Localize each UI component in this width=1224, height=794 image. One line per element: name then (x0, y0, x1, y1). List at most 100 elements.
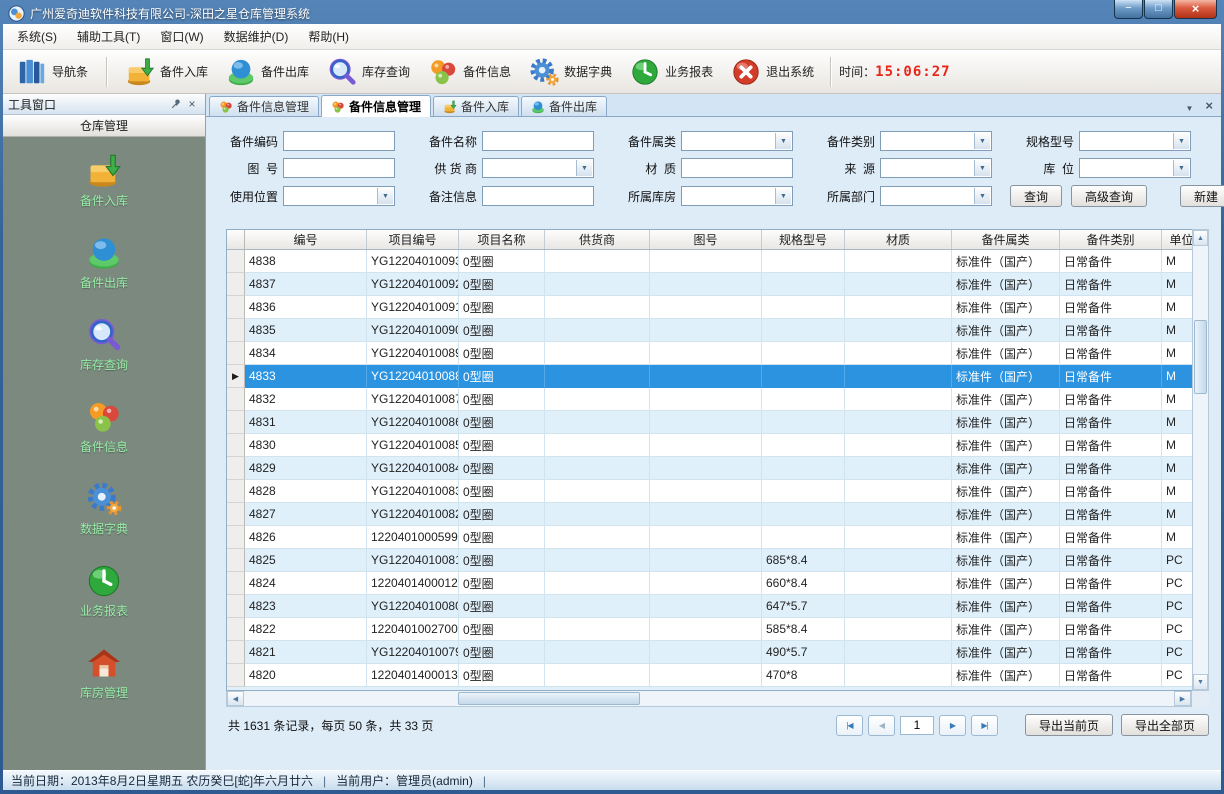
toolbar-parts-info-button[interactable]: 备件信息 (420, 53, 519, 91)
tab-list-dropdown-icon[interactable]: ▼ (1185, 99, 1193, 116)
column-header[interactable]: 单位 (1162, 230, 1192, 249)
tab-close-icon[interactable]: × (1205, 99, 1213, 116)
menu-item[interactable]: 辅助工具(T) (67, 24, 150, 49)
chevron-down-icon[interactable] (775, 133, 791, 149)
table-row[interactable]: 4833YG122040100880型圈标准件（国产）日常备件M (227, 365, 1192, 388)
field-input[interactable] (284, 132, 394, 150)
chevron-down-icon[interactable] (1173, 133, 1189, 149)
minimize-icon[interactable] (1114, 0, 1143, 19)
field-select[interactable] (1079, 158, 1191, 178)
horizontal-scrollbar[interactable] (226, 691, 1192, 707)
table-row[interactable]: 4821YG122040100790型圈490*5.7标准件（国产）日常备件PC (227, 641, 1192, 664)
sidebar-item-warehouse[interactable]: 库房管理 (80, 645, 128, 701)
column-header[interactable]: 备件类别 (1060, 230, 1162, 249)
vertical-scrollbar[interactable] (1192, 229, 1209, 691)
query-button[interactable]: 查询 (1010, 185, 1062, 207)
table-row[interactable]: 4837YG122040100920型圈标准件（国产）日常备件M (227, 273, 1192, 296)
column-header[interactable]: 备件属类 (952, 230, 1060, 249)
menu-item[interactable]: 窗口(W) (150, 24, 213, 49)
table-row[interactable]: 4832YG122040100870型圈标准件（国产）日常备件M (227, 388, 1192, 411)
export-current-page-button[interactable]: 导出当前页 (1025, 714, 1113, 736)
field-select[interactable] (482, 158, 594, 178)
table-row[interactable]: 4835YG122040100900型圈标准件（国产）日常备件M (227, 319, 1192, 342)
close-icon[interactable] (1174, 0, 1217, 19)
column-header[interactable]: 编号 (245, 230, 367, 249)
tab-2[interactable]: 备件入库 (433, 96, 519, 116)
table-row[interactable]: 4827YG122040100820型圈标准件（国产）日常备件M (227, 503, 1192, 526)
close-icon[interactable]: × (184, 96, 200, 112)
toolbar-exit-button[interactable]: 退出系统 (723, 53, 822, 91)
column-header[interactable]: 规格型号 (762, 230, 845, 249)
sidebar-item-report[interactable]: 业务报表 (80, 563, 128, 619)
table-row[interactable]: 4830YG122040100850型圈标准件（国产）日常备件M (227, 434, 1192, 457)
column-header[interactable]: 图号 (650, 230, 762, 249)
scroll-right-icon[interactable] (1174, 691, 1191, 706)
table-row[interactable]: 4838YG122040100930型圈标准件（国产）日常备件M (227, 250, 1192, 273)
field-select[interactable] (880, 131, 992, 151)
advanced-query-button[interactable]: 高级查询 (1071, 185, 1147, 207)
table-row[interactable]: 482012204014000130型圈470*8标准件（国产）日常备件PC (227, 664, 1192, 687)
new-button[interactable]: 新建 (1180, 185, 1224, 207)
toolbar-parts-out-button[interactable]: 备件出库 (218, 53, 317, 91)
chevron-down-icon[interactable] (974, 133, 990, 149)
horizontal-scroll-track[interactable] (244, 691, 1174, 706)
toolbar-report-button[interactable]: 业务报表 (622, 53, 721, 91)
sidebar-item-stock-query[interactable]: 库存查询 (80, 317, 128, 373)
vertical-scroll-thumb[interactable] (1194, 320, 1207, 394)
first-page-button[interactable]: |◀ (836, 715, 863, 736)
field-input[interactable] (483, 132, 593, 150)
chevron-down-icon[interactable] (1173, 160, 1189, 176)
field-select[interactable] (681, 186, 793, 206)
maximize-icon[interactable] (1144, 0, 1173, 19)
table-row[interactable]: 4831YG122040100860型圈标准件（国产）日常备件M (227, 411, 1192, 434)
field-input[interactable] (483, 187, 593, 205)
column-header[interactable]: 材质 (845, 230, 952, 249)
column-header[interactable]: 项目名称 (459, 230, 545, 249)
toolbar-data-dict-button[interactable]: 数据字典 (521, 53, 620, 91)
page-number-input[interactable] (900, 716, 934, 735)
scroll-up-icon[interactable] (1193, 230, 1208, 246)
export-all-pages-button[interactable]: 导出全部页 (1121, 714, 1209, 736)
vertical-scroll-track[interactable] (1193, 246, 1208, 674)
horizontal-scroll-thumb[interactable] (458, 692, 640, 705)
tab-1[interactable]: 备件信息管理 (321, 95, 431, 117)
table-row[interactable]: 482212204010027000型圈585*8.4标准件（国产）日常备件PC (227, 618, 1192, 641)
field-select[interactable] (880, 186, 992, 206)
menu-item[interactable]: 帮助(H) (298, 24, 359, 49)
table-row[interactable]: 4828YG122040100830型圈标准件（国产）日常备件M (227, 480, 1192, 503)
table-row[interactable]: 482412204014000120型圈660*8.4标准件（国产）日常备件PC (227, 572, 1192, 595)
table-row[interactable]: 4834YG122040100890型圈标准件（国产）日常备件M (227, 342, 1192, 365)
field-select[interactable] (681, 131, 793, 151)
table-row[interactable]: 4829YG122040100840型圈标准件（国产）日常备件M (227, 457, 1192, 480)
column-header[interactable]: 项目编号 (367, 230, 459, 249)
table-row[interactable]: 4823YG122040100800型圈647*5.7标准件（国产）日常备件PC (227, 595, 1192, 618)
field-select[interactable] (1079, 131, 1191, 151)
next-page-button[interactable]: ▶ (939, 715, 966, 736)
scroll-left-icon[interactable] (227, 691, 244, 706)
menu-item[interactable]: 系统(S) (7, 24, 67, 49)
chevron-down-icon[interactable] (974, 160, 990, 176)
chevron-down-icon[interactable] (775, 188, 791, 204)
sidebar-item-parts-in[interactable]: 备件入库 (80, 153, 128, 209)
table-row[interactable]: 4825YG122040100810型圈685*8.4标准件（国产）日常备件PC (227, 549, 1192, 572)
last-page-button[interactable]: ▶| (971, 715, 998, 736)
table-row[interactable]: 4836YG122040100910型圈标准件（国产）日常备件M (227, 296, 1192, 319)
chevron-down-icon[interactable] (576, 160, 592, 176)
menu-item[interactable]: 数据维护(D) (214, 24, 299, 49)
tab-3[interactable]: 备件出库 (521, 96, 607, 116)
column-header[interactable]: 供货商 (545, 230, 650, 249)
prev-page-button[interactable]: ◀ (868, 715, 895, 736)
table-row[interactable]: 482612204010005990型圈标准件（国产）日常备件M (227, 526, 1192, 549)
field-input[interactable] (284, 159, 394, 177)
sidebar-item-parts-info[interactable]: 备件信息 (80, 399, 128, 455)
field-input[interactable] (682, 159, 792, 177)
sidebar-item-parts-out[interactable]: 备件出库 (80, 235, 128, 291)
pin-icon[interactable] (168, 96, 184, 112)
toolbar-nav-button[interactable]: 导航条 (9, 53, 96, 91)
tab-0[interactable]: 备件信息管理 (209, 96, 319, 116)
sidebar-item-data-dict[interactable]: 数据字典 (80, 481, 128, 537)
chevron-down-icon[interactable] (974, 188, 990, 204)
toolbar-parts-in-button[interactable]: 备件入库 (117, 53, 216, 91)
chevron-down-icon[interactable] (377, 188, 393, 204)
field-select[interactable] (283, 186, 395, 206)
